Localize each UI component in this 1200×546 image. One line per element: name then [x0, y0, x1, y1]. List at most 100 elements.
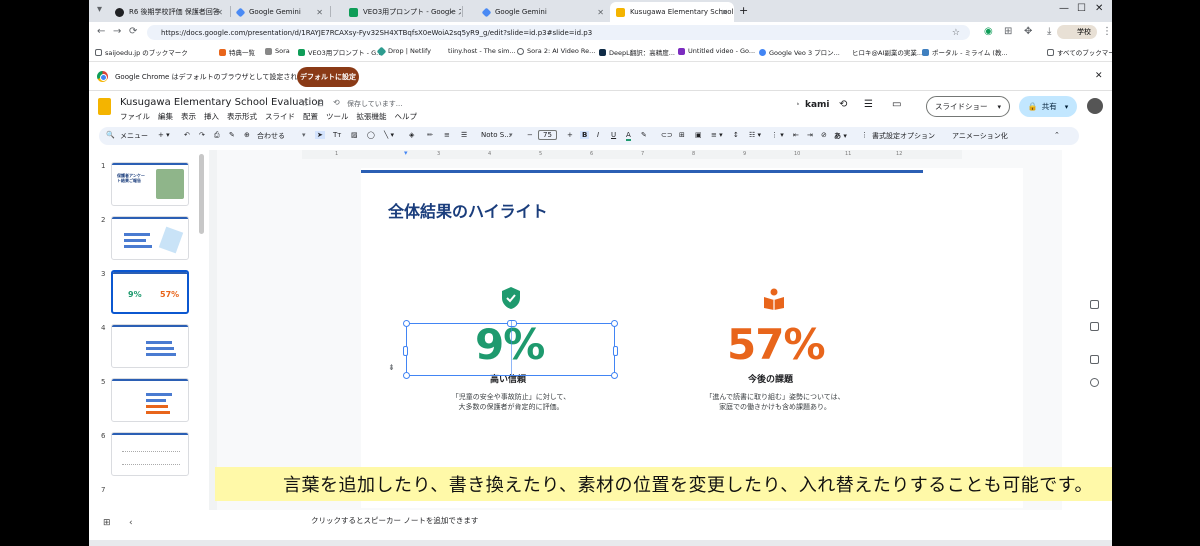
bookmark[interactable]: tiiny.host - The sim... [438, 47, 516, 55]
star-icon[interactable]: ☆ [952, 28, 960, 38]
undo-icon[interactable]: ↶ [184, 131, 190, 139]
comment-add-icon[interactable]: ⊞ [679, 131, 685, 139]
border-dash-icon[interactable]: ☰ [461, 131, 467, 139]
meet-icon[interactable]: ▭ [892, 99, 901, 110]
window-close-icon[interactable]: ✕ [1095, 3, 1103, 14]
font-select[interactable]: Noto S... [481, 131, 511, 139]
selection-box[interactable] [403, 320, 618, 379]
slide-thumb-1[interactable]: 保護者アンケート結果ご報告 [111, 162, 189, 206]
share-button[interactable]: 🔒 共有 ▾ [1019, 96, 1077, 117]
bookmark[interactable]: VEO3用プロンプト - G... [298, 47, 382, 57]
puzzle-icon[interactable]: ✥ [1024, 26, 1032, 37]
shape-icon[interactable]: ◯ [367, 131, 375, 139]
keep-icon[interactable] [1090, 322, 1099, 331]
banner-close-icon[interactable]: ✕ [1095, 71, 1103, 81]
redo-icon[interactable]: ↷ [199, 131, 205, 139]
right-stat-description[interactable]: 「進んで読書に取り組む」姿勢については、 家庭での働きかけも含め課題あり。 [681, 392, 869, 412]
fill-color-icon[interactable]: ◈ [409, 131, 414, 139]
url-input[interactable]: https://docs.google.com/presentation/d/1… [147, 25, 970, 40]
close-icon[interactable]: ✕ [597, 8, 604, 17]
resize-handle[interactable] [611, 320, 618, 327]
document-title[interactable]: Kusugawa Elementary School Evaluation [120, 97, 324, 108]
right-stat-label[interactable]: 今後の課題 [748, 372, 793, 385]
bookmark[interactable]: Untitled video - Go... [678, 47, 755, 55]
slideshow-button[interactable]: スライドショー ▾ [926, 96, 1010, 117]
grid-view-icon[interactable]: ⊞ [103, 518, 111, 528]
border-weight-icon[interactable]: ≡ [444, 131, 450, 139]
all-bookmarks[interactable]: すべてのブックマーク [1047, 47, 1112, 57]
slide-title[interactable]: 全体結果のハイライト [388, 198, 548, 222]
italic-icon[interactable]: I [597, 131, 599, 139]
extension-icon[interactable]: ◉ [984, 26, 993, 37]
indent-decrease-icon[interactable]: ⇤ [793, 131, 799, 139]
chevron-down-icon[interactable]: ▾ [302, 131, 306, 139]
line-icon[interactable]: ╲ ▾ [384, 131, 394, 139]
reload-icon[interactable]: ⟳ [129, 26, 137, 37]
border-color-icon[interactable]: ✏ [427, 131, 433, 139]
align-icon[interactable]: ≡ ▾ [711, 131, 723, 139]
slide-thumb-3[interactable]: 9% 57% [111, 270, 189, 314]
filmstrip-scrollbar[interactable] [199, 154, 204, 234]
bookmark[interactable]: Sora 2: AI Video Re... [517, 47, 595, 55]
tab-slides-active[interactable]: Kusugawa Elementary School E ✕ [610, 2, 734, 22]
close-icon[interactable]: ✕ [216, 8, 223, 17]
slide-thumb-4[interactable] [111, 324, 189, 368]
menu-file[interactable]: ファイル [120, 111, 150, 122]
collapse-filmstrip-icon[interactable]: ‹ [129, 518, 133, 528]
download-icon[interactable]: ⤓ [1047, 26, 1051, 37]
search-menus-icon[interactable]: 🔍 [106, 131, 115, 139]
close-icon[interactable]: ✕ [448, 8, 455, 17]
link-icon[interactable]: ⊂⊃ [661, 131, 673, 139]
tab-gemini-1[interactable]: Google Gemini ✕ [231, 2, 329, 22]
move-folder-icon[interactable]: ⊟ [317, 99, 324, 108]
tab-school-eval[interactable]: R6 後期学校評価 保護者回答 ✕ [109, 2, 229, 22]
menu-edit[interactable]: 編集 [158, 111, 173, 122]
paint-format-icon[interactable]: ✎ [229, 131, 235, 139]
bookmark[interactable]: 特典一覧 [219, 47, 255, 57]
bookmark[interactable]: ポータル - ミライム (教... [922, 47, 1008, 57]
chevron-down-icon[interactable]: ▾ [997, 103, 1001, 111]
menu-format[interactable]: 表示形式 [227, 111, 257, 122]
bookmark[interactable]: Sora [265, 47, 290, 55]
chevron-up-icon[interactable]: ⌃ [1054, 131, 1060, 139]
input-tools-icon[interactable]: あ ▾ [834, 131, 847, 141]
new-tab-icon[interactable]: + [739, 4, 748, 17]
slide-canvas[interactable]: 全体結果のハイライト 9% 高い信頼 「児童の安全や事故防止」に対して、 大多数の… [361, 168, 1023, 508]
animate-button[interactable]: アニメーション化 [952, 131, 1008, 141]
resize-handle[interactable] [613, 346, 618, 356]
set-default-button[interactable]: デフォルトに設定 [297, 67, 359, 87]
chevron-down-icon[interactable]: ▾ [509, 131, 513, 139]
close-icon[interactable]: ✕ [721, 8, 728, 17]
resize-handle[interactable] [403, 372, 410, 379]
right-stat-value[interactable]: 57% [727, 320, 826, 369]
tab-veo3[interactable]: VEO3用プロンプト - Google スプレ✕ [343, 2, 461, 22]
kami-label[interactable]: kami [805, 100, 830, 110]
tasks-icon[interactable] [1090, 355, 1099, 364]
new-slide-icon[interactable]: + ▾ [158, 131, 170, 139]
text-color-icon[interactable]: A [626, 131, 631, 141]
menu-help[interactable]: ヘルプ [395, 111, 418, 122]
select-tool-icon[interactable]: ➤ [315, 131, 325, 139]
tab-search-icon[interactable]: ▾ [97, 4, 102, 15]
highlight-icon[interactable]: ✎ [641, 131, 647, 139]
profile-button[interactable]: 学校 [1057, 25, 1097, 39]
ruler-indent-marker[interactable]: ▾ [404, 149, 408, 157]
avatar[interactable] [1087, 98, 1103, 114]
menu-tools[interactable]: ツール [326, 111, 349, 122]
back-icon[interactable]: ← [97, 26, 105, 37]
line-spacing-icon[interactable]: ↕ [733, 131, 739, 139]
format-options-button[interactable]: 書式設定オプション [872, 131, 935, 141]
more-icon[interactable]: ⋮ [861, 131, 868, 139]
contacts-icon[interactable] [1090, 378, 1099, 387]
drag-handle-icon[interactable]: ⇟ [388, 363, 395, 372]
bookmark[interactable]: DeepL翻訳：高精度... [599, 47, 675, 57]
slide-thumb-6[interactable] [111, 432, 189, 476]
textbox-icon[interactable]: Tт [333, 131, 341, 139]
print-icon[interactable]: ⎙ [214, 131, 220, 140]
chrome-menu-icon[interactable]: ⋮ [1102, 26, 1112, 37]
underline-icon[interactable]: U [611, 131, 616, 139]
left-stat-description[interactable]: 「児童の安全や事故防止」に対して、 大多数の保護者が肯定的に評価。 [421, 392, 601, 412]
indent-increase-icon[interactable]: ⇥ [807, 131, 813, 139]
slides-logo-icon[interactable] [98, 98, 111, 115]
resize-handle[interactable] [403, 346, 408, 356]
